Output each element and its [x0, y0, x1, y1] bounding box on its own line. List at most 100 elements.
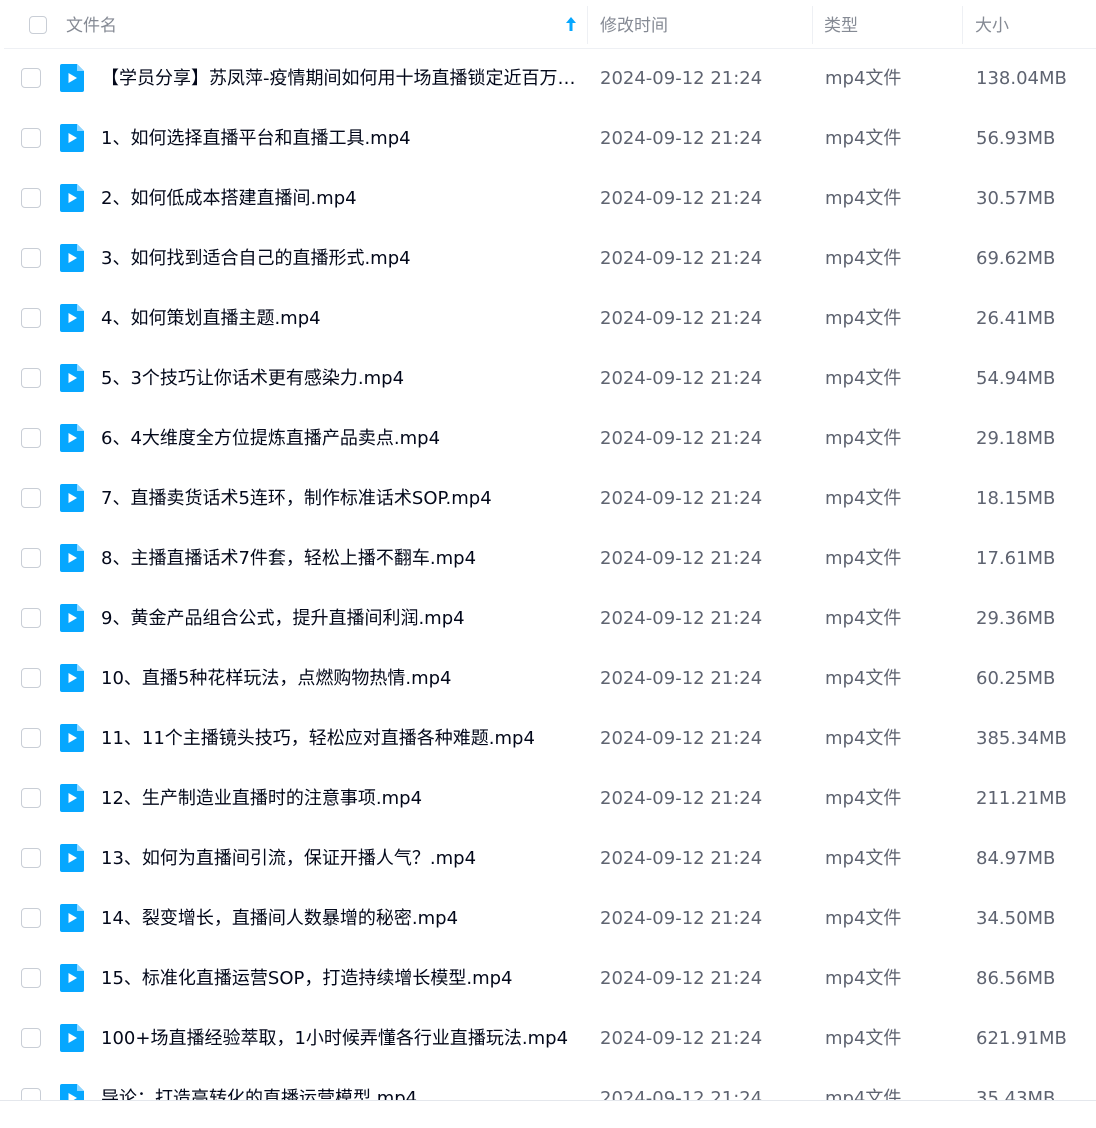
file-type: mp4文件 — [825, 308, 902, 329]
file-name[interactable]: 【学员分享】苏凤萍-疫情期间如何用十场直播锁定近百万业绩.mp4 — [101, 49, 579, 109]
file-name[interactable]: 3、如何找到适合自己的直播形式.mp4 — [101, 229, 579, 289]
row-checkbox[interactable] — [21, 68, 41, 88]
column-divider[interactable] — [812, 6, 813, 44]
row-checkbox[interactable] — [21, 188, 41, 208]
file-type: mp4文件 — [825, 968, 902, 989]
file-size: 621.91MB — [976, 1028, 1067, 1049]
file-size: 138.04MB — [976, 68, 1067, 89]
video-file-icon — [60, 424, 84, 452]
row-checkbox[interactable] — [21, 128, 41, 148]
file-name[interactable]: 2、如何低成本搭建直播间.mp4 — [101, 169, 579, 229]
file-row[interactable]: 1、如何选择直播平台和直播工具.mp4 2024-09-12 21:24 mp4文件… — [0, 109, 1096, 169]
file-name[interactable]: 14、裂变增长，直播间人数暴增的秘密.mp4 — [101, 889, 579, 949]
row-checkbox[interactable] — [21, 248, 41, 268]
file-name[interactable]: 7、直播卖货话术5连环，制作标准话术SOP.mp4 — [101, 469, 579, 529]
row-checkbox[interactable] — [21, 548, 41, 568]
video-file-icon — [60, 784, 84, 812]
column-divider[interactable] — [587, 6, 588, 44]
sort-ascending-icon[interactable] — [564, 15, 578, 33]
file-name[interactable]: 8、主播直播话术7件套，轻松上播不翻车.mp4 — [101, 529, 579, 589]
column-header-type[interactable]: 类型 — [824, 0, 858, 48]
file-name[interactable]: 15、标准化直播运营SOP，打造持续增长模型.mp4 — [101, 949, 579, 1009]
file-row[interactable]: 9、黄金产品组合公式，提升直播间利润.mp4 2024-09-12 21:24 mp… — [0, 589, 1096, 649]
file-size: 69.62MB — [976, 248, 1056, 269]
file-name[interactable]: 13、如何为直播间引流，保证开播人气？.mp4 — [101, 829, 579, 889]
file-size: 86.56MB — [976, 968, 1056, 989]
file-size: 18.15MB — [976, 488, 1056, 509]
row-checkbox[interactable] — [21, 788, 41, 808]
video-file-icon — [60, 604, 84, 632]
file-type: mp4文件 — [825, 788, 902, 809]
video-file-icon — [60, 724, 84, 752]
file-modified-time: 2024-09-12 21:24 — [600, 848, 763, 869]
file-row[interactable]: 【学员分享】苏凤萍-疫情期间如何用十场直播锁定近百万业绩.mp4 2024-09-… — [0, 49, 1096, 109]
file-modified-time: 2024-09-12 21:24 — [600, 548, 763, 569]
file-modified-time: 2024-09-12 21:24 — [600, 428, 763, 449]
list-header: 文件名 修改时间 类型 大小 — [4, 0, 1096, 49]
file-row[interactable]: 13、如何为直播间引流，保证开播人气？.mp4 2024-09-12 21:24 m… — [0, 829, 1096, 889]
list-footer — [0, 1100, 1096, 1128]
file-size: 29.18MB — [976, 428, 1056, 449]
video-file-icon — [60, 124, 84, 152]
video-file-icon — [60, 364, 84, 392]
file-row[interactable]: 3、如何找到适合自己的直播形式.mp4 2024-09-12 21:24 mp4文件… — [0, 229, 1096, 289]
file-name[interactable]: 1、如何选择直播平台和直播工具.mp4 — [101, 109, 579, 169]
file-row[interactable]: 2、如何低成本搭建直播间.mp4 2024-09-12 21:24 mp4文件 30.… — [0, 169, 1096, 229]
column-header-size[interactable]: 大小 — [975, 0, 1009, 48]
file-modified-time: 2024-09-12 21:24 — [600, 488, 763, 509]
video-file-icon — [60, 484, 84, 512]
column-divider[interactable] — [962, 6, 963, 44]
file-name[interactable]: 100+场直播经验萃取，1小时候弄懂各行业直播玩法.mp4 — [101, 1009, 579, 1069]
video-file-icon — [60, 544, 84, 572]
row-checkbox[interactable] — [21, 428, 41, 448]
file-row[interactable]: 10、直播5种花样玩法，点燃购物热情.mp4 2024-09-12 21:24 mp… — [0, 649, 1096, 709]
row-checkbox[interactable] — [21, 908, 41, 928]
column-header-name[interactable]: 文件名 — [66, 0, 117, 48]
file-name[interactable]: 6、4大维度全方位提炼直播产品卖点.mp4 — [101, 409, 579, 469]
file-name[interactable]: 5、3个技巧让你话术更有感染力.mp4 — [101, 349, 579, 409]
file-name[interactable]: 10、直播5种花样玩法，点燃购物热情.mp4 — [101, 649, 579, 709]
file-modified-time: 2024-09-12 21:24 — [600, 908, 763, 929]
row-checkbox[interactable] — [21, 308, 41, 328]
file-row[interactable]: 14、裂变增长，直播间人数暴增的秘密.mp4 2024-09-12 21:24 mp… — [0, 889, 1096, 949]
file-size: 84.97MB — [976, 848, 1056, 869]
file-name[interactable]: 9、黄金产品组合公式，提升直播间利润.mp4 — [101, 589, 579, 649]
file-row[interactable]: 7、直播卖货话术5连环，制作标准话术SOP.mp4 2024-09-12 21:2… — [0, 469, 1096, 529]
file-size: 54.94MB — [976, 368, 1056, 389]
file-row[interactable]: 100+场直播经验萃取，1小时候弄懂各行业直播玩法.mp4 2024-09-12 … — [0, 1009, 1096, 1069]
file-row[interactable]: 4、如何策划直播主题.mp4 2024-09-12 21:24 mp4文件 26.41… — [0, 289, 1096, 349]
file-modified-time: 2024-09-12 21:24 — [600, 68, 763, 89]
row-checkbox[interactable] — [21, 668, 41, 688]
row-checkbox[interactable] — [21, 728, 41, 748]
file-row[interactable]: 6、4大维度全方位提炼直播产品卖点.mp4 2024-09-12 21:24 mp4… — [0, 409, 1096, 469]
row-checkbox[interactable] — [21, 608, 41, 628]
row-checkbox[interactable] — [21, 848, 41, 868]
file-name[interactable]: 4、如何策划直播主题.mp4 — [101, 289, 579, 349]
file-type: mp4文件 — [825, 848, 902, 869]
row-checkbox[interactable] — [21, 1028, 41, 1048]
file-row[interactable]: 8、主播直播话术7件套，轻松上播不翻车.mp4 2024-09-12 21:24 m… — [0, 529, 1096, 589]
video-file-icon — [60, 664, 84, 692]
file-row[interactable]: 5、3个技巧让你话术更有感染力.mp4 2024-09-12 21:24 mp4文件… — [0, 349, 1096, 409]
file-type: mp4文件 — [825, 728, 902, 749]
column-header-time[interactable]: 修改时间 — [600, 0, 668, 48]
file-size: 17.61MB — [976, 548, 1056, 569]
row-checkbox[interactable] — [21, 968, 41, 988]
file-name[interactable]: 12、生产制造业直播时的注意事项.mp4 — [101, 769, 579, 829]
file-type: mp4文件 — [825, 128, 902, 149]
file-modified-time: 2024-09-12 21:24 — [600, 1028, 763, 1049]
select-all-checkbox[interactable] — [29, 16, 47, 34]
file-name[interactable]: 11、11个主播镜头技巧，轻松应对直播各种难题.mp4 — [101, 709, 579, 769]
video-file-icon — [60, 64, 84, 92]
file-row[interactable]: 11、11个主播镜头技巧，轻松应对直播各种难题.mp4 2024-09-12 21… — [0, 709, 1096, 769]
file-modified-time: 2024-09-12 21:24 — [600, 968, 763, 989]
row-checkbox[interactable] — [21, 488, 41, 508]
row-checkbox[interactable] — [21, 368, 41, 388]
file-size: 26.41MB — [976, 308, 1056, 329]
file-row[interactable]: 12、生产制造业直播时的注意事项.mp4 2024-09-12 21:24 mp4文… — [0, 769, 1096, 829]
file-modified-time: 2024-09-12 21:24 — [600, 308, 763, 329]
file-type: mp4文件 — [825, 908, 902, 929]
file-row[interactable]: 15、标准化直播运营SOP，打造持续增长模型.mp4 2024-09-12 21:… — [0, 949, 1096, 1009]
file-modified-time: 2024-09-12 21:24 — [600, 728, 763, 749]
file-size: 30.57MB — [976, 188, 1056, 209]
